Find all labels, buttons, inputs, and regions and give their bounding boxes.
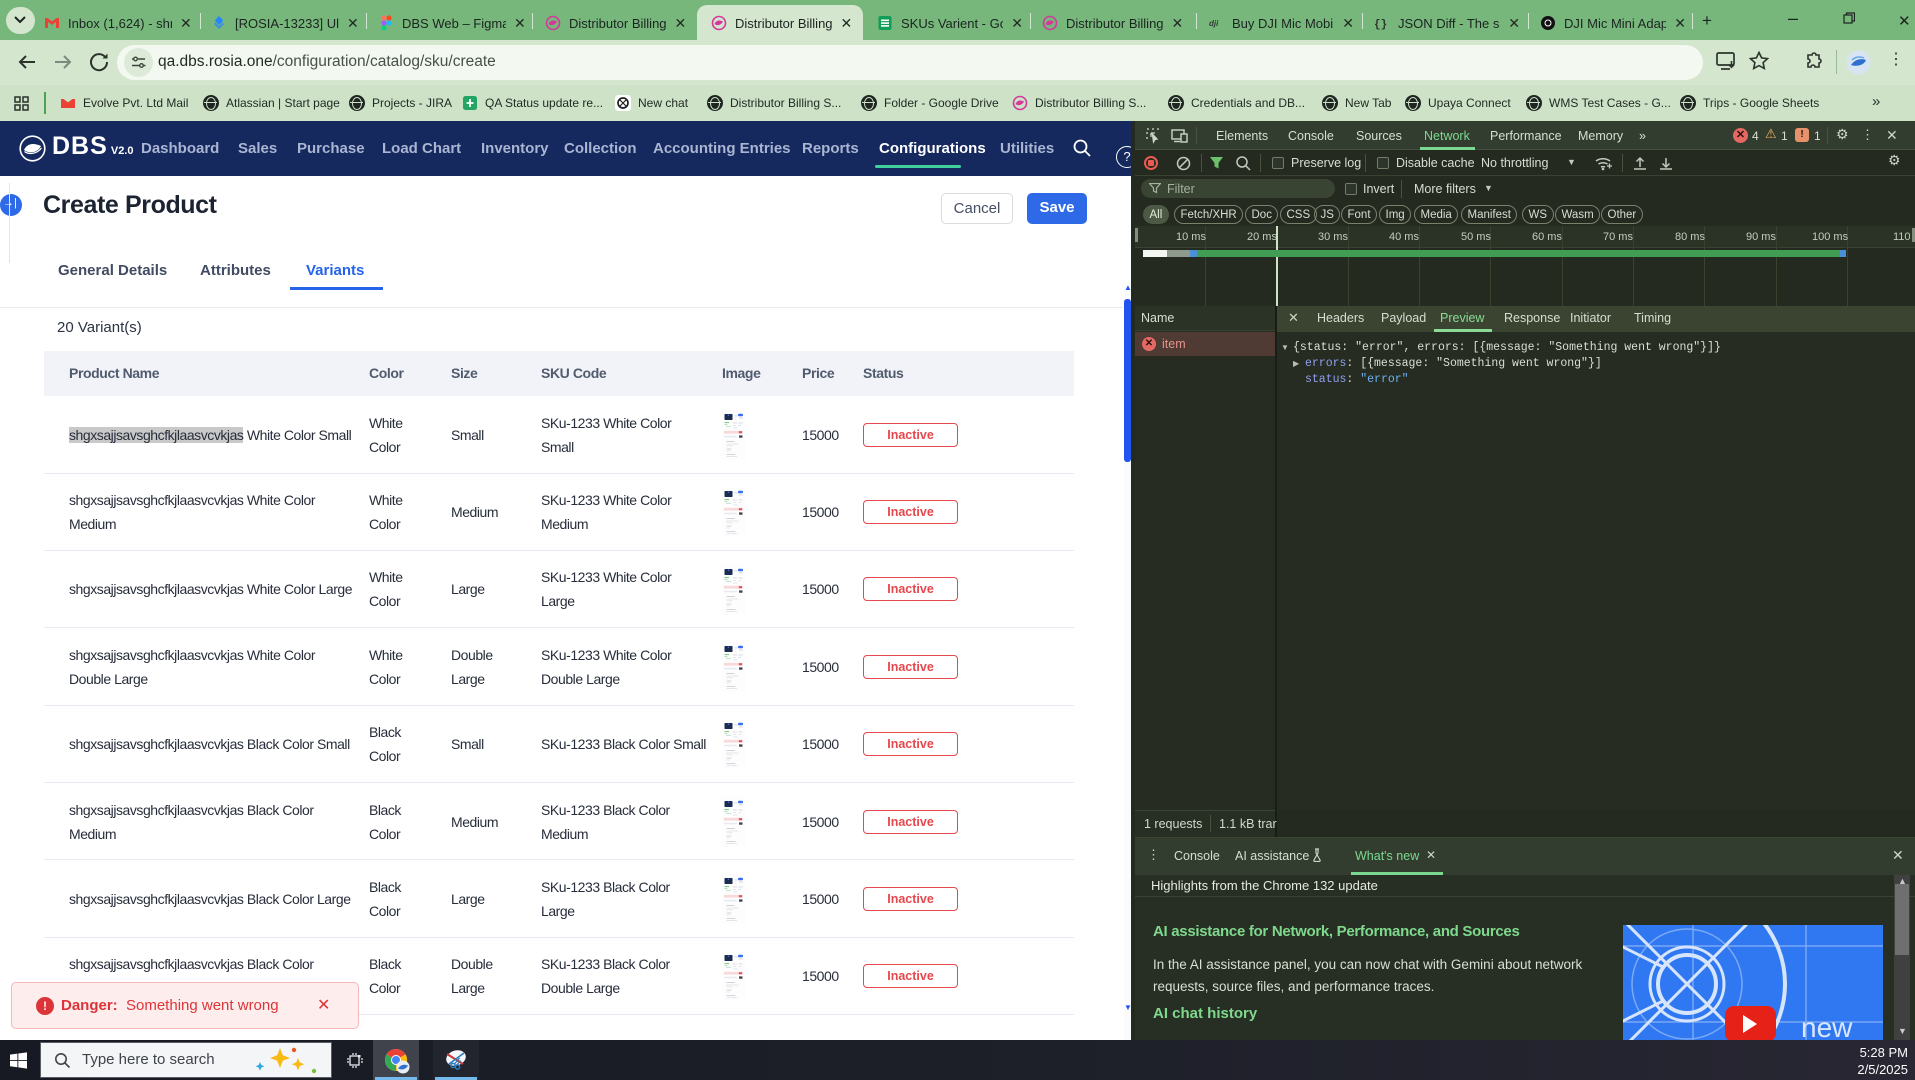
svg-text:{}: {} — [1374, 19, 1387, 31]
svg-text:dji: dji — [1209, 19, 1219, 28]
